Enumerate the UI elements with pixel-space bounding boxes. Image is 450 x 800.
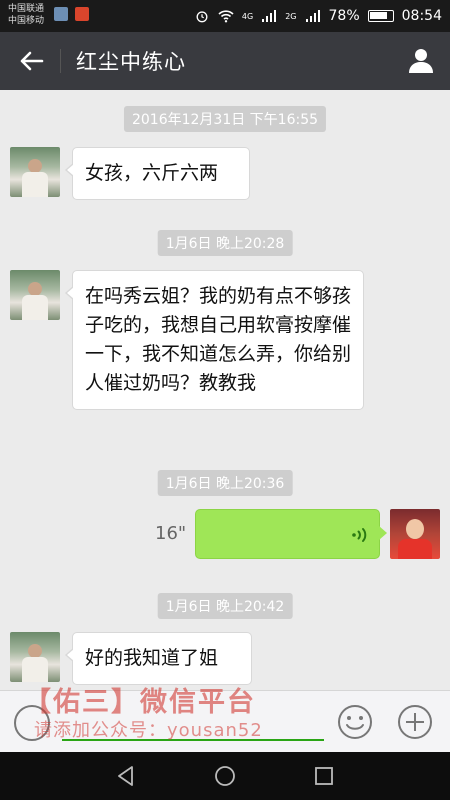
message-timestamp: 2016年12月31日 下午16:55 — [123, 106, 327, 132]
message-timestamp: 1月6日 晚上20:36 — [157, 470, 293, 496]
network-type-2: 2G — [285, 11, 297, 21]
plus-icon[interactable] — [396, 703, 434, 741]
message-timestamp: 1月6日 晚上20:28 — [157, 230, 293, 256]
message-bubble[interactable]: 在吗秀云姐？我的奶有点不够孩子吃的，我想自己用软膏按摩催一下，我不知道怎么弄，你… — [65, 270, 364, 410]
voice-wave-icon — [352, 528, 367, 542]
alarm-icon — [196, 11, 208, 23]
message-bubble[interactable]: 好的我知道了姐 — [65, 632, 252, 685]
contact-avatar[interactable] — [10, 147, 60, 197]
carrier-1: 中国联通 — [8, 4, 45, 14]
back-arrow-icon[interactable] — [12, 44, 48, 78]
chat-title: 红尘中练心 — [76, 50, 186, 74]
contact-profile-icon[interactable] — [406, 45, 436, 75]
header-divider — [60, 49, 61, 73]
status-indicators: 4G 2G 78% 08:54 — [194, 0, 442, 32]
status-bar: 中国联通 中国移动 4G 2G 78% 08:54 — [0, 0, 450, 32]
carrier-info: 中国联通 中国移动 — [8, 3, 44, 27]
signal-icon — [305, 10, 320, 22]
nav-back-icon[interactable] — [114, 764, 138, 788]
my-avatar[interactable] — [390, 509, 440, 559]
watermark-title: 【佑三】微信平台 — [24, 687, 256, 718]
contact-avatar[interactable] — [10, 270, 60, 320]
carrier-2: 中国移动 — [8, 16, 45, 26]
message-timestamp: 1月6日 晚上20:42 — [157, 593, 293, 619]
battery-icon — [367, 10, 394, 22]
network-type-1: 4G — [241, 11, 254, 21]
voice-message-bubble[interactable] — [195, 509, 387, 559]
notification-icon — [75, 7, 89, 21]
battery-percent: 78% — [328, 8, 360, 24]
emoji-icon[interactable] — [336, 703, 374, 741]
signal-icon — [262, 10, 277, 22]
contact-avatar[interactable] — [10, 632, 60, 682]
watermark-subtitle: 请添加公众号：yousan52 — [34, 720, 263, 741]
wifi-icon — [218, 10, 234, 23]
message-bubble[interactable]: 女孩，六斤六两 — [65, 147, 250, 200]
nav-home-icon[interactable] — [213, 764, 237, 788]
chat-header: 红尘中练心 — [0, 32, 450, 90]
nav-recent-apps-icon[interactable] — [312, 764, 336, 788]
voice-duration: 16" — [155, 523, 187, 544]
notification-icon — [54, 7, 68, 21]
system-nav-bar — [0, 752, 450, 800]
clock: 08:54 — [401, 8, 442, 24]
